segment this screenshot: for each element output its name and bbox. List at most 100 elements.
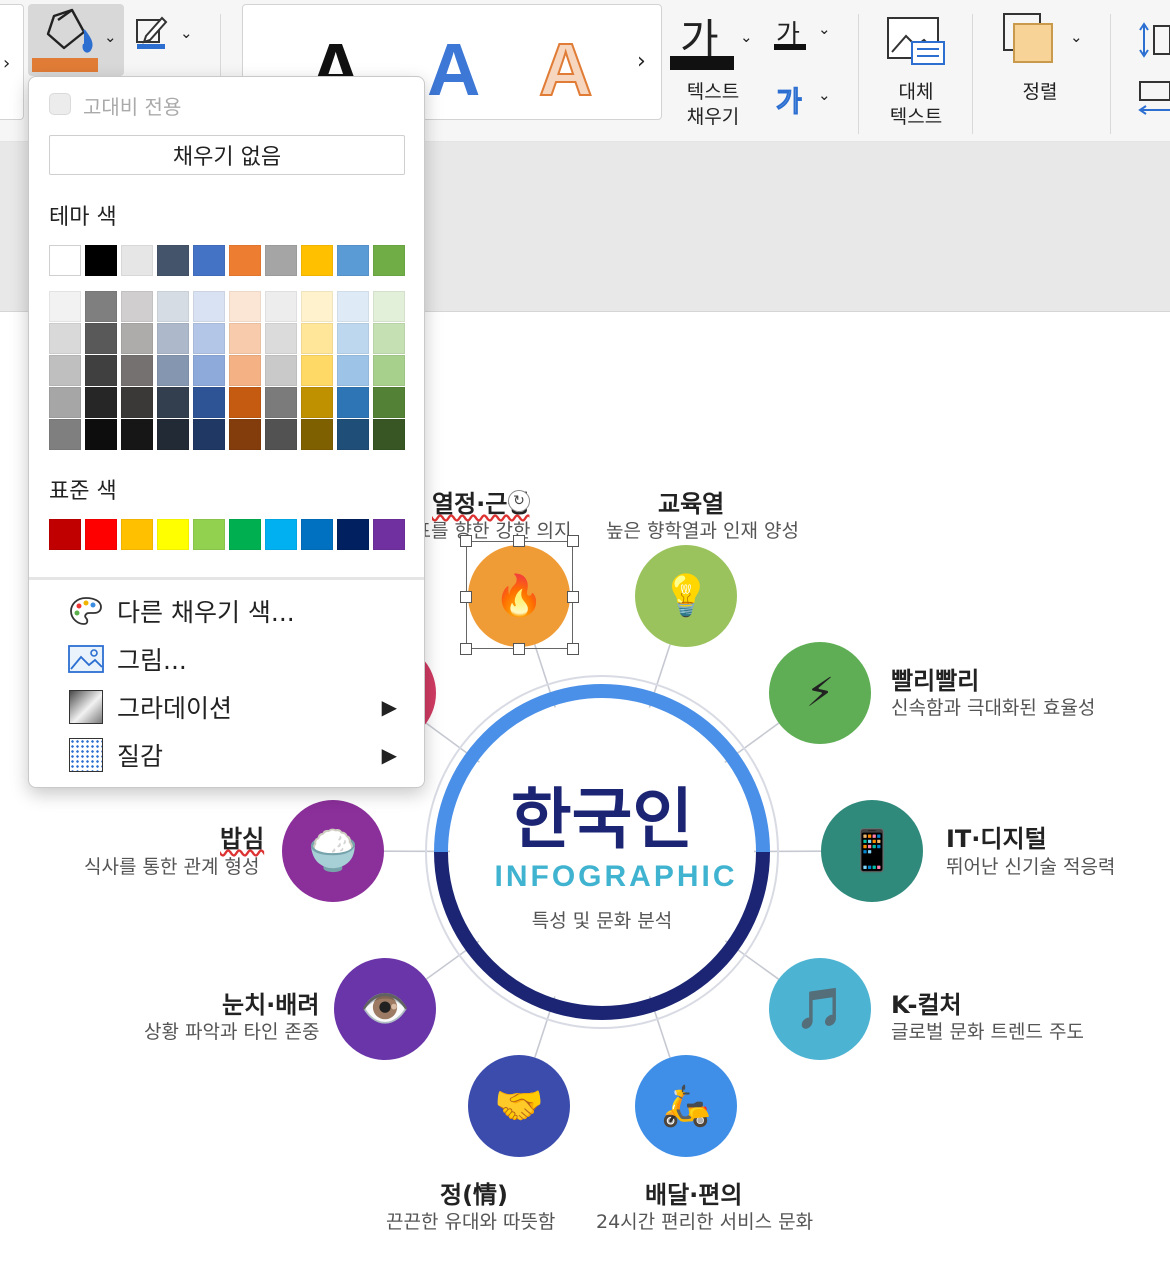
resize-handle[interactable] (460, 535, 472, 547)
texture-fill-item[interactable]: 질감 ▶ (67, 733, 415, 777)
theme-shade-swatch[interactable] (85, 323, 117, 354)
wordart-style-blue[interactable]: A (427, 27, 480, 112)
standard-color-swatch[interactable] (85, 519, 117, 550)
theme-shade-swatch[interactable] (157, 387, 189, 418)
text-effects-button[interactable]: 가 ⌄ (772, 80, 838, 124)
node-bapsim[interactable]: 🍚 (282, 800, 384, 902)
standard-color-swatch[interactable] (193, 519, 225, 550)
theme-shade-swatch[interactable] (193, 419, 225, 450)
theme-shade-swatch[interactable] (49, 355, 81, 386)
theme-shade-swatch[interactable] (49, 387, 81, 418)
chevron-down-icon[interactable]: ⌄ (1070, 28, 1083, 46)
node-speed[interactable]: ⚡ (769, 642, 871, 744)
standard-color-swatch[interactable] (337, 519, 369, 550)
standard-color-swatch[interactable] (157, 519, 189, 550)
theme-shade-swatch[interactable] (229, 355, 261, 386)
alt-text-button[interactable]: 대체 텍스트 (876, 14, 956, 134)
theme-shade-swatch[interactable] (265, 387, 297, 418)
wordart-style-orange-outline[interactable]: A (538, 27, 593, 112)
resize-handle[interactable] (567, 535, 579, 547)
chevron-down-icon[interactable]: ⌄ (740, 28, 753, 46)
standard-color-swatch[interactable] (373, 519, 405, 550)
chevron-right-icon[interactable]: › (637, 49, 646, 74)
theme-shade-swatch[interactable] (337, 387, 369, 418)
theme-shade-swatch[interactable] (157, 291, 189, 322)
theme-shade-swatch[interactable] (85, 355, 117, 386)
theme-shade-swatch[interactable] (337, 419, 369, 450)
theme-shade-swatch[interactable] (229, 419, 261, 450)
theme-shade-swatch[interactable] (85, 419, 117, 450)
chevron-down-icon[interactable]: ⌄ (818, 20, 831, 38)
theme-shade-swatch[interactable] (193, 323, 225, 354)
theme-shade-swatch[interactable] (85, 291, 117, 322)
node-jeong[interactable]: 🤝 (468, 1055, 570, 1157)
theme-shade-swatch[interactable] (121, 387, 153, 418)
chevron-down-icon[interactable]: ⌄ (104, 28, 117, 46)
node-k-culture[interactable]: 🎵 (769, 958, 871, 1060)
chevron-down-icon[interactable]: ⌄ (818, 86, 831, 104)
theme-color-swatch[interactable] (49, 245, 81, 276)
theme-shade-swatch[interactable] (49, 419, 81, 450)
more-fill-colors-item[interactable]: 다른 채우기 색... (67, 589, 415, 633)
arrange-button[interactable]: ⌄ 정렬 (996, 10, 1092, 120)
theme-color-swatch[interactable] (337, 245, 369, 276)
theme-shade-swatch[interactable] (157, 419, 189, 450)
theme-shade-swatch[interactable] (337, 355, 369, 386)
resize-handle[interactable] (567, 591, 579, 603)
theme-color-swatch[interactable] (85, 245, 117, 276)
theme-shade-swatch[interactable] (337, 323, 369, 354)
resize-handle[interactable] (513, 643, 525, 655)
text-fill-button[interactable]: 가 ⌄ (670, 6, 762, 70)
theme-shade-swatch[interactable] (193, 387, 225, 418)
theme-color-swatch[interactable] (265, 245, 297, 276)
theme-shade-swatch[interactable] (373, 323, 405, 354)
theme-shade-swatch[interactable] (121, 355, 153, 386)
theme-shade-swatch[interactable] (373, 419, 405, 450)
theme-shade-swatch[interactable] (373, 355, 405, 386)
theme-color-swatch[interactable] (157, 245, 189, 276)
theme-shade-swatch[interactable] (193, 355, 225, 386)
standard-color-swatch[interactable] (121, 519, 153, 550)
theme-color-swatch[interactable] (301, 245, 333, 276)
shape-outline-button[interactable]: ⌄ (134, 14, 198, 58)
theme-shade-swatch[interactable] (265, 323, 297, 354)
theme-shade-swatch[interactable] (265, 419, 297, 450)
standard-color-swatch[interactable] (49, 519, 81, 550)
rotate-handle-icon[interactable]: ↻ (508, 490, 530, 512)
theme-shade-swatch[interactable] (121, 323, 153, 354)
theme-shade-swatch[interactable] (121, 419, 153, 450)
resize-handle[interactable] (460, 591, 472, 603)
node-delivery[interactable]: 🛵 (635, 1055, 737, 1157)
theme-shade-swatch[interactable] (301, 387, 333, 418)
resize-handle[interactable] (460, 643, 472, 655)
resize-handle[interactable] (513, 535, 525, 547)
theme-shade-swatch[interactable] (157, 323, 189, 354)
theme-shade-swatch[interactable] (229, 323, 261, 354)
theme-shade-swatch[interactable] (121, 291, 153, 322)
theme-shade-swatch[interactable] (373, 387, 405, 418)
size-controls[interactable] (1136, 20, 1170, 120)
gradient-fill-item[interactable]: 그라데이션 ▶ (67, 685, 415, 729)
theme-shade-swatch[interactable] (193, 291, 225, 322)
theme-shade-swatch[interactable] (85, 387, 117, 418)
theme-shade-swatch[interactable] (301, 323, 333, 354)
chevron-down-icon[interactable]: ⌄ (180, 24, 193, 42)
theme-shade-swatch[interactable] (49, 291, 81, 322)
standard-color-swatch[interactable] (229, 519, 261, 550)
theme-shade-swatch[interactable] (229, 291, 261, 322)
node-it-digital[interactable]: 📱 (821, 800, 923, 902)
theme-shade-swatch[interactable] (265, 291, 297, 322)
theme-color-swatch[interactable] (121, 245, 153, 276)
node-nunchi[interactable]: 👁️ (334, 958, 436, 1060)
no-fill-button[interactable]: 채우기 없음 (49, 135, 405, 175)
theme-color-swatch[interactable] (373, 245, 405, 276)
theme-shade-swatch[interactable] (49, 323, 81, 354)
resize-handle[interactable] (567, 643, 579, 655)
standard-color-swatch[interactable] (265, 519, 297, 550)
standard-color-swatch[interactable] (301, 519, 333, 550)
theme-shade-swatch[interactable] (301, 355, 333, 386)
theme-color-swatch[interactable] (229, 245, 261, 276)
shape-fill-button[interactable]: ⌄ (28, 4, 124, 76)
picture-fill-item[interactable]: 그림... (67, 637, 415, 681)
theme-shade-swatch[interactable] (337, 291, 369, 322)
